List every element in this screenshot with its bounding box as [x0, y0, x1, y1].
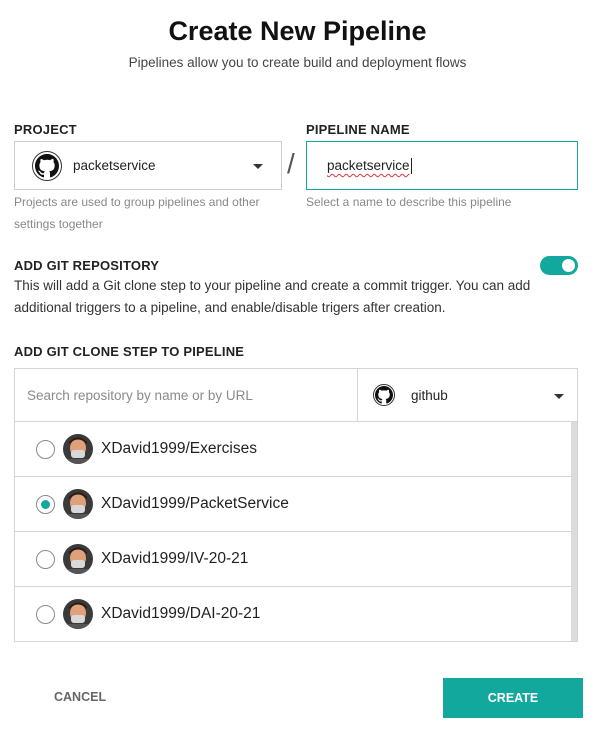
- page-title: Create New Pipeline: [168, 16, 427, 46]
- repo-row[interactable]: XDavid1999/DAI-20-21: [15, 587, 571, 641]
- repo-radio[interactable]: [36, 439, 55, 459]
- git-repo-toggle[interactable]: [540, 256, 578, 275]
- cancel-button[interactable]: CANCEL: [54, 690, 106, 704]
- pipeline-name-label: PIPELINE NAME: [306, 122, 410, 137]
- text-cursor: [410, 157, 412, 174]
- project-value: packetservice: [73, 158, 156, 173]
- project-helper: Projects are used to group pipelines and…: [14, 195, 260, 231]
- repo-name: XDavid1999/DAI-20-21: [101, 605, 261, 622]
- provider-value: github: [411, 387, 448, 403]
- repo-row[interactable]: XDavid1999/IV-20-21: [15, 532, 571, 587]
- repo-row[interactable]: XDavid1999/Exercises: [15, 422, 571, 477]
- page-subtitle: Pipelines allow you to create build and …: [128, 55, 467, 70]
- avatar: [63, 544, 93, 574]
- repo-row[interactable]: XDavid1999/PacketService: [15, 477, 571, 532]
- pipeline-name-input[interactable]: packetservice: [306, 141, 578, 190]
- project-label: PROJECT: [14, 122, 77, 137]
- github-icon: [32, 150, 62, 181]
- pipeline-name-value: packetservice: [327, 158, 410, 173]
- avatar: [63, 599, 93, 629]
- pipeline-name-helper: Select a name to describe this pipeline: [306, 195, 512, 209]
- git-repo-label: ADD GIT REPOSITORY: [14, 258, 160, 273]
- clone-step-label: ADD GIT CLONE STEP TO PIPELINE: [14, 344, 245, 359]
- repo-name: XDavid1999/IV-20-21: [101, 550, 249, 567]
- repo-list-scrollbar[interactable]: [571, 422, 577, 641]
- path-separator: /: [287, 148, 295, 179]
- repo-name: XDavid1999/PacketService: [101, 495, 289, 512]
- repo-radio[interactable]: [36, 604, 55, 624]
- repo-radio-selected[interactable]: [36, 494, 55, 514]
- provider-select[interactable]: github: [358, 369, 577, 421]
- avatar: [63, 434, 93, 464]
- github-icon: [373, 384, 395, 406]
- project-select[interactable]: packetservice: [14, 141, 282, 190]
- chevron-down-icon: [554, 394, 564, 399]
- repo-radio[interactable]: [36, 549, 55, 569]
- avatar: [63, 489, 93, 519]
- toggle-knob: [562, 259, 575, 272]
- git-repo-description: This will add a Git clone step to your p…: [14, 278, 531, 315]
- repo-search-bar: github: [14, 368, 578, 421]
- scrollbar-thumb[interactable]: [571, 422, 577, 641]
- repo-search-input[interactable]: [15, 369, 358, 421]
- chevron-down-icon: [253, 164, 263, 169]
- repo-name: XDavid1999/Exercises: [101, 440, 257, 457]
- create-button[interactable]: CREATE: [443, 678, 583, 718]
- repo-list: XDavid1999/Exercises XDavid1999/PacketSe…: [14, 421, 578, 642]
